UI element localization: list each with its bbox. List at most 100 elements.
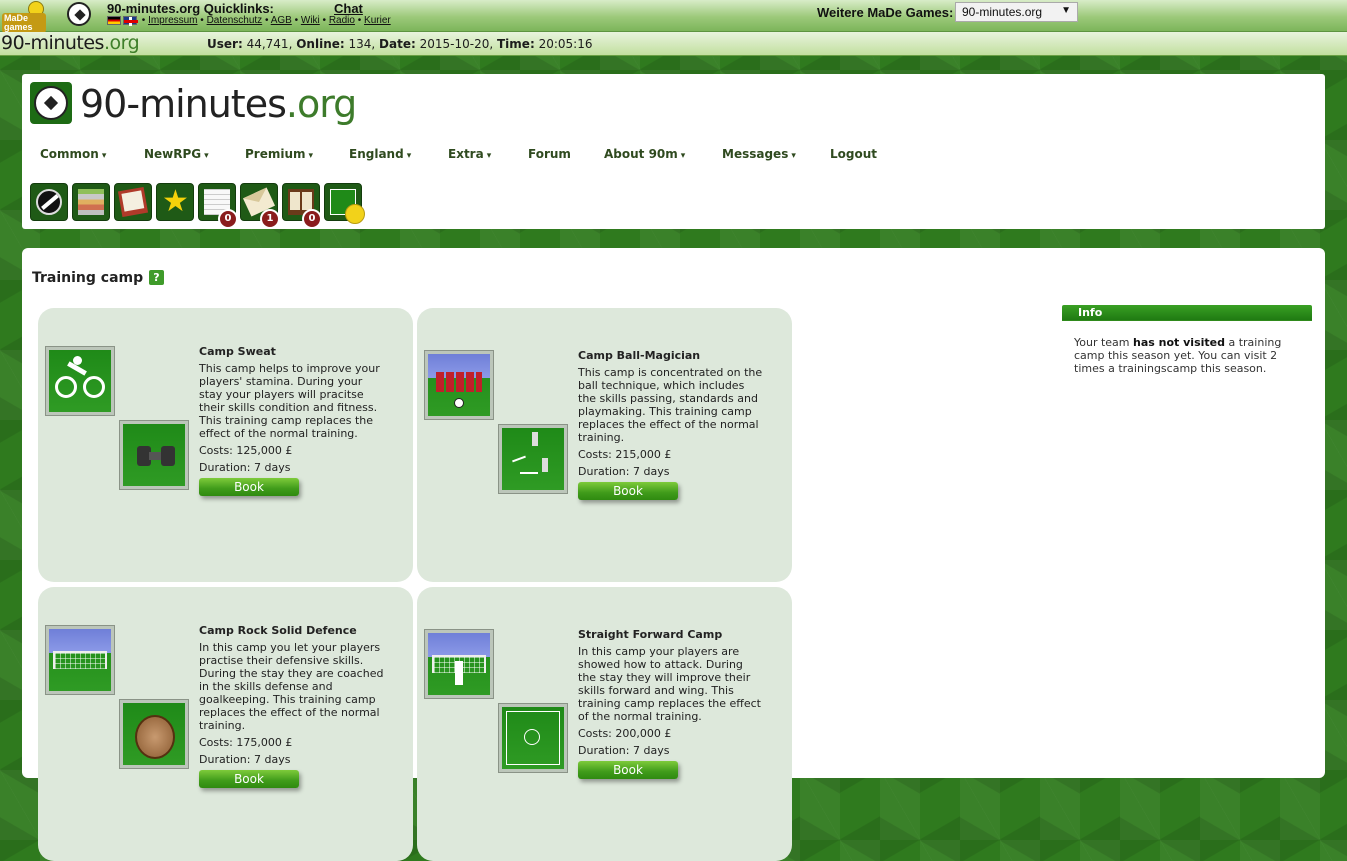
info-text: Your team has not visited a training cam… — [1062, 321, 1312, 375]
camp-costs: Costs: 200,000 £ — [578, 727, 672, 740]
book-button[interactable]: Book — [578, 482, 678, 500]
pitch-arrows-icon — [498, 703, 568, 773]
nav-newrpg[interactable]: NewRPG ▾ — [144, 147, 209, 161]
german-flag-icon[interactable] — [107, 15, 121, 25]
guestbook-badge: 0 — [302, 209, 322, 229]
wiki-link[interactable]: Wiki — [301, 15, 320, 26]
radio-link[interactable]: Radio — [329, 15, 355, 26]
goal-icon — [45, 625, 115, 695]
league-table-icon[interactable] — [72, 183, 110, 221]
goalkeeper-glove-icon — [119, 699, 189, 769]
nav-premium[interactable]: Premium ▾ — [245, 147, 313, 161]
nav-common[interactable]: Common ▾ — [40, 147, 106, 161]
camp-costs: Costs: 125,000 £ — [199, 444, 293, 457]
more-games-label: Weitere MaDe Games: — [817, 5, 954, 20]
nav-forum-label: Forum — [528, 147, 571, 161]
camp-description: This camp is concentrated on the ball te… — [578, 366, 763, 444]
nav-logout[interactable]: Logout — [830, 147, 877, 161]
games-select-value: 90-minutes.org — [962, 5, 1043, 19]
nav-forum[interactable]: Forum — [528, 147, 571, 161]
nav-about[interactable]: About 90m ▾ — [604, 147, 685, 161]
agb-link[interactable]: AGB — [271, 15, 292, 26]
date-value: 2015-10-20 — [419, 37, 490, 51]
calendar-badge: 0 — [218, 209, 238, 229]
quicklinks-title: 90-minutes.org Quicklinks: — [107, 1, 274, 16]
club-badge-icon[interactable] — [30, 183, 68, 221]
help-icon[interactable]: ? — [149, 270, 164, 285]
calendar-icon[interactable]: 0 — [198, 183, 238, 229]
impressum-link[interactable]: Impressum — [148, 15, 197, 26]
star-icon[interactable]: ★ — [156, 183, 194, 221]
guestbook-icon[interactable]: 0 — [282, 183, 322, 229]
book-button[interactable]: Book — [199, 770, 299, 788]
nav-extra[interactable]: Extra ▾ — [448, 147, 491, 161]
camp-description: In this camp you let your players practi… — [199, 641, 384, 732]
nav-england[interactable]: England ▾ — [349, 147, 411, 161]
book-button[interactable]: Book — [578, 761, 678, 779]
uk-flag-icon[interactable] — [123, 15, 138, 26]
datenschutz-link[interactable]: Datenschutz — [207, 15, 263, 26]
header-panel: 90-minutes.org Common ▾ NewRPG ▾ Premium ▾ … — [22, 74, 1325, 229]
caret-down-icon: ▾ — [406, 151, 412, 161]
nav-common-label: Common — [40, 147, 99, 161]
caret-down-icon: ▾ — [101, 151, 107, 161]
info-box: Info Your team has not visited a trainin… — [1062, 305, 1312, 375]
camp-card-rock-solid-defence: Camp Rock Solid Defence In this camp you… — [38, 587, 413, 861]
info-header: Info — [1062, 305, 1312, 320]
caret-down-icon: ▾ — [791, 151, 796, 161]
chat-link[interactable]: Chat — [334, 1, 363, 16]
games-select[interactable]: 90-minutes.org ▼ — [955, 2, 1078, 22]
camp-title: Camp Ball-Magician — [578, 349, 701, 362]
nav-messages-label: Messages — [722, 147, 789, 161]
camp-duration: Duration: 7 days — [199, 461, 291, 474]
striker-goal-icon — [424, 629, 494, 699]
camp-card-ball-magician: Camp Ball-Magician This camp is concentr… — [417, 308, 792, 582]
dropdown-arrow-icon: ▼ — [1061, 5, 1071, 16]
site-name-small-b: .org — [103, 32, 140, 54]
online-label: Online: — [296, 37, 345, 51]
kurier-link[interactable]: Kurier — [364, 15, 391, 26]
site-name-small-a: 90-minutes — [1, 32, 104, 54]
nav-england-label: England — [349, 147, 404, 161]
tactics-board-icon — [498, 424, 568, 494]
camp-duration: Duration: 7 days — [578, 744, 670, 757]
status-bar: 90-minutes.org User: 44,741, Online: 134… — [0, 32, 1347, 56]
free-kick-wall-icon — [424, 350, 494, 420]
camp-title: Camp Sweat — [199, 345, 276, 358]
cyclist-icon — [45, 346, 115, 416]
time-value: 20:05:16 — [538, 37, 593, 51]
nav-messages[interactable]: Messages ▾ — [722, 147, 796, 161]
info-text-a: Your team — [1074, 336, 1134, 349]
caret-down-icon: ▾ — [680, 151, 686, 161]
mail-badge: 1 — [260, 209, 280, 229]
camp-title: Camp Rock Solid Defence — [199, 624, 357, 637]
camp-description: This camp helps to improve your players'… — [199, 362, 380, 440]
pitch-training-icon[interactable] — [324, 183, 365, 224]
camp-duration: Duration: 7 days — [578, 465, 670, 478]
camp-costs: Costs: 175,000 £ — [199, 736, 293, 749]
user-count: 44,741 — [246, 37, 289, 51]
logo-football-icon — [30, 82, 72, 124]
camp-costs: Costs: 215,000 £ — [578, 448, 672, 461]
logo-text-a: 90-minutes — [80, 82, 287, 126]
coin-icon — [345, 204, 365, 224]
nav-logout-label: Logout — [830, 147, 878, 161]
user-label: User: — [207, 37, 243, 51]
camp-card-sweat: Camp Sweat This camp helps to improve yo… — [38, 308, 413, 582]
main-panel: Training camp ? Camp Sweat This camp hel… — [22, 248, 1325, 861]
caret-down-icon: ▾ — [308, 151, 314, 161]
server-stats: User: 44,741, Online: 134, Date: 2015-10… — [207, 37, 593, 51]
site-name-small[interactable]: 90-minutes.org — [1, 32, 140, 54]
nav-about-label: About 90m — [604, 147, 678, 161]
made-logo-text: MaDe games — [2, 13, 46, 33]
dumbbell-icon — [119, 420, 189, 490]
notebook-icon[interactable] — [114, 183, 152, 221]
nav-newrpg-label: NewRPG — [144, 147, 202, 161]
quicklinks-list: • Impressum • Datenschutz • AGB • Wiki •… — [107, 15, 391, 26]
page-title: Training camp — [32, 270, 144, 286]
made-games-logo[interactable]: MaDe games — [2, 1, 46, 33]
logo-text-b: .org — [285, 82, 357, 126]
time-label: Time: — [497, 37, 535, 51]
book-button[interactable]: Book — [199, 478, 299, 496]
mail-icon[interactable]: 1 — [240, 183, 280, 229]
